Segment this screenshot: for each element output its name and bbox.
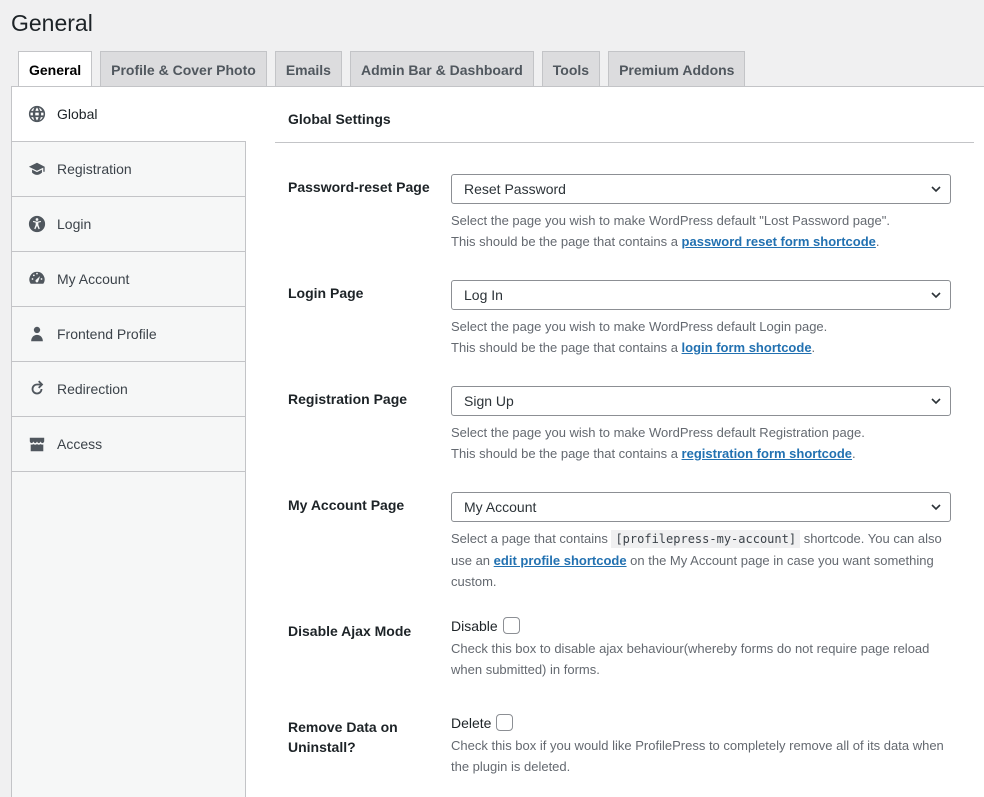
login-page-description: Select the page you wish to make WordPre… xyxy=(451,316,951,358)
my-account-page-description: Select a page that contains [profilepres… xyxy=(451,528,951,592)
accessibility-icon xyxy=(28,215,46,233)
registration-page-description: Select the page you wish to make WordPre… xyxy=(451,422,951,464)
description-text: Select a page that contains xyxy=(451,531,612,546)
settings-sidebar: Global Registration Login My Account Fro… xyxy=(12,87,246,797)
chevron-down-icon xyxy=(931,398,941,405)
password-reset-shortcode-link[interactable]: password reset form shortcode xyxy=(682,234,876,249)
registration-page-label: Registration Page xyxy=(288,391,408,407)
sidebar-item-redirection[interactable]: Redirection xyxy=(12,362,245,417)
sidebar-item-label: Frontend Profile xyxy=(57,326,157,342)
tab-emails[interactable]: Emails xyxy=(274,51,342,87)
disable-checkbox-label: Disable xyxy=(451,617,498,634)
chevron-down-icon xyxy=(931,186,941,193)
sidebar-item-label: Registration xyxy=(57,161,132,177)
globe-icon xyxy=(28,105,46,123)
description-text: This should be the page that contains a xyxy=(451,340,682,355)
graduation-cap-icon xyxy=(28,160,46,178)
chevron-down-icon xyxy=(931,292,941,299)
disable-ajax-description: Check this box to disable ajax behaviour… xyxy=(451,641,930,677)
description-line: This should be the page that contains a … xyxy=(451,337,951,358)
description-text: . xyxy=(811,340,816,355)
person-icon xyxy=(28,325,46,343)
description-text: . xyxy=(875,234,880,249)
remove-data-checkbox[interactable] xyxy=(496,714,514,731)
sidebar-item-access[interactable]: Access xyxy=(12,417,245,472)
login-shortcode-link[interactable]: login form shortcode xyxy=(682,340,812,355)
description-line: Select the page you wish to make WordPre… xyxy=(451,319,828,334)
sidebar-item-login[interactable]: Login xyxy=(12,197,245,252)
select-value: My Account xyxy=(464,499,537,515)
page-title: General xyxy=(11,10,93,36)
settings-tabs: General Profile & Cover Photo Emails Adm… xyxy=(18,51,746,88)
select-value: Reset Password xyxy=(464,181,566,197)
select-value: Sign Up xyxy=(464,393,514,409)
select-value: Log In xyxy=(464,287,503,303)
settings-panel: Global Registration Login My Account Fro… xyxy=(11,86,984,797)
tab-general[interactable]: General xyxy=(18,51,93,88)
tab-profile-cover-photo[interactable]: Profile & Cover Photo xyxy=(100,51,267,87)
description-line: This should be the page that contains a … xyxy=(451,231,951,252)
section-divider xyxy=(275,142,974,143)
settings-content: Global Settings Password-reset Page Rese… xyxy=(275,87,974,797)
my-account-page-label: My Account Page xyxy=(288,497,405,513)
remove-data-description: Check this box if you would like Profile… xyxy=(451,738,944,774)
disable-ajax-checkbox[interactable] xyxy=(502,617,520,634)
sidebar-item-registration[interactable]: Registration xyxy=(12,142,245,197)
disable-ajax-control: Disable xyxy=(451,617,951,634)
section-title: Global Settings xyxy=(288,111,391,127)
tab-admin-bar-dashboard[interactable]: Admin Bar & Dashboard xyxy=(349,51,534,87)
sidebar-item-label: Access xyxy=(57,436,103,452)
store-icon xyxy=(28,435,46,453)
description-text: This should be the page that contains a xyxy=(451,234,682,249)
registration-shortcode-link[interactable]: registration form shortcode xyxy=(682,446,852,461)
sidebar-item-global[interactable]: Global xyxy=(12,87,246,142)
sidebar-item-my-account[interactable]: My Account xyxy=(12,252,245,307)
remove-data-label: Remove Data on Uninstall? xyxy=(288,719,398,755)
password-reset-page-select[interactable]: Reset Password xyxy=(451,174,951,204)
sidebar-item-label: Global xyxy=(57,106,98,122)
tab-tools[interactable]: Tools xyxy=(541,51,601,87)
description-text: . xyxy=(852,446,856,461)
sidebar-item-label: Login xyxy=(57,216,92,232)
disable-ajax-label: Disable Ajax Mode xyxy=(288,623,412,639)
tab-premium-addons[interactable]: Premium Addons xyxy=(608,51,746,87)
redo-arrow-icon xyxy=(28,380,46,398)
remove-data-control: Delete xyxy=(451,714,951,731)
description-line: Select the page you wish to make WordPre… xyxy=(451,425,865,440)
registration-page-select[interactable]: Sign Up xyxy=(451,386,951,416)
description-text: This should be the page that contains a xyxy=(451,446,682,461)
description-line: This should be the page that contains a … xyxy=(451,443,951,464)
delete-checkbox-label: Delete xyxy=(451,714,492,731)
sidebar-item-frontend-profile[interactable]: Frontend Profile xyxy=(12,307,245,362)
chevron-down-icon xyxy=(931,504,941,511)
sidebar-item-label: My Account xyxy=(57,271,130,287)
login-page-select[interactable]: Log In xyxy=(451,280,951,310)
dashboard-gauge-icon xyxy=(28,270,46,288)
password-reset-label: Password-reset Page xyxy=(288,179,430,195)
edit-profile-shortcode-link[interactable]: edit profile shortcode xyxy=(494,553,627,568)
description-line: Select the page you wish to make WordPre… xyxy=(451,213,890,228)
sidebar-item-label: Redirection xyxy=(57,381,128,397)
login-page-label: Login Page xyxy=(288,285,364,301)
shortcode-snippet: [profilepress-my-account] xyxy=(611,530,801,548)
password-reset-description: Select the page you wish to make WordPre… xyxy=(451,210,951,252)
my-account-page-select[interactable]: My Account xyxy=(451,492,951,522)
